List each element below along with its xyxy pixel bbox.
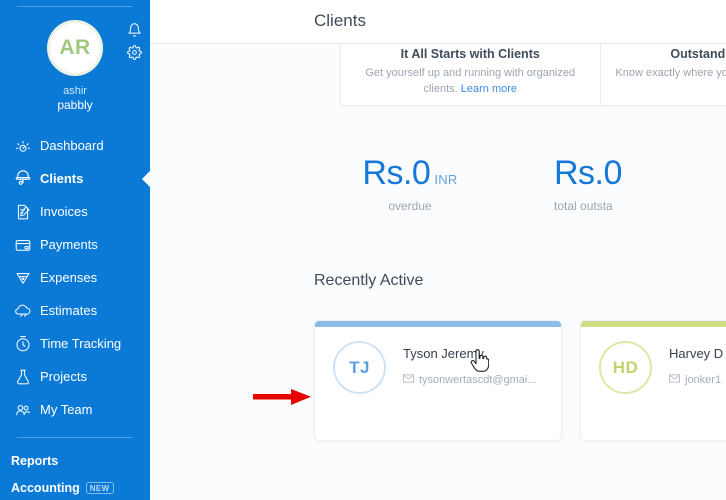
client-initials: HD [612, 357, 639, 377]
info-body: Get yourself up and running with organiz… [355, 66, 586, 98]
user-first-name: ashir [63, 85, 87, 97]
stat-label: total outsta [554, 199, 613, 213]
sidebar-item-reports[interactable]: Reports [0, 447, 150, 474]
stat-currency: INR [434, 172, 458, 187]
expenses-icon [14, 268, 40, 288]
sidebar-item-estimates[interactable]: Estimates [0, 294, 150, 327]
bell-icon[interactable] [127, 22, 142, 38]
sidebar-item-accounting[interactable]: Accounting NEW [0, 474, 150, 500]
card-body: TJ Tyson Jeremy tysonwertascdt@gmai... [315, 327, 561, 440]
client-email-row: tysonwertascdt@gmai... [403, 374, 537, 386]
info-banner: It All Starts with Clients Get yourself … [340, 44, 726, 106]
learn-more-link[interactable]: Learn more [461, 83, 517, 95]
info-column-outstanding: Outstanding Clients Know exactly where y… [599, 44, 726, 105]
dashboard-icon [14, 136, 40, 156]
stat-amount-wrap: Rs.0 [554, 156, 726, 190]
page-header: Clients [150, 0, 726, 44]
recently-active-title: Recently Active [314, 272, 424, 289]
sidebar-secondary-nav: Reports Accounting NEW [0, 447, 150, 500]
sidebar-item-label: My Team [40, 402, 93, 417]
sidebar-nav: Dashboard Clients Invoices Payments Expe… [0, 129, 150, 426]
app-root: AR ashir pabbly Dashboard Clients Invoic… [0, 0, 726, 500]
client-card[interactable]: HD Harvey D jonker1 [580, 320, 726, 441]
client-avatar: TJ [333, 341, 386, 394]
sidebar-profile: AR ashir pabbly [0, 6, 150, 118]
client-email-row: jonker1 [669, 374, 721, 386]
stat-amount: Rs.0 [362, 154, 431, 192]
estimates-icon [14, 301, 40, 321]
sidebar-item-label: Estimates [40, 303, 98, 318]
card-body: HD Harvey D jonker1 [581, 327, 726, 440]
info-heading: It All Starts with Clients [400, 47, 540, 61]
client-initials: TJ [349, 357, 370, 377]
sidebar-item-label: Dashboard [40, 138, 104, 153]
envelope-icon [403, 374, 414, 386]
stat-label: overdue [388, 199, 432, 213]
sidebar-item-clients[interactable]: Clients [0, 162, 150, 195]
invoices-icon [14, 202, 40, 222]
sidebar-item-expenses[interactable]: Expenses [0, 261, 150, 294]
user-second-name: pabbly [57, 98, 93, 113]
sidebar-item-my-team[interactable]: My Team [0, 393, 150, 426]
client-email: tysonwertascdt@gmai... [419, 374, 537, 386]
stat-amount: Rs.0 [554, 154, 622, 192]
sidebar-username: ashir pabbly [0, 84, 150, 113]
avatar-initials: AR [59, 36, 91, 59]
sidebar-divider-secondary [17, 437, 133, 438]
sidebar-item-label: Invoices [40, 204, 88, 219]
client-email: jonker1 [685, 374, 722, 386]
page-title: Clients [314, 11, 366, 30]
stat-overdue: Rs.0 INR overdue [320, 156, 500, 213]
sidebar-item-label: Projects [40, 369, 87, 384]
sidebar-divider [17, 6, 133, 7]
time-tracking-icon [14, 334, 40, 354]
envelope-icon [669, 374, 680, 386]
clients-icon [14, 169, 40, 189]
active-indicator-notch [142, 169, 150, 188]
sidebar-action-icons [127, 22, 142, 60]
new-badge: NEW [85, 481, 114, 494]
client-name: Harvey D [669, 346, 724, 361]
gear-icon[interactable] [127, 45, 142, 60]
client-avatar: HD [599, 341, 652, 394]
main-content: It All Starts with Clients Get yourself … [150, 44, 726, 500]
avatar[interactable]: AR [47, 20, 103, 76]
my-team-icon [14, 400, 40, 420]
stat-total-outstanding: Rs.0 total outsta [554, 156, 726, 213]
sidebar-item-label: Clients [40, 171, 84, 186]
sidebar-item-label: Reports [11, 453, 59, 468]
info-heading: Outstanding Clients [670, 47, 726, 61]
red-pointer-arrow [253, 388, 313, 411]
stat-amount-wrap: Rs.0 INR [320, 156, 500, 190]
stats-row: Rs.0 INR overdue Rs.0 total outsta [150, 144, 726, 240]
sidebar-item-dashboard[interactable]: Dashboard [0, 129, 150, 162]
projects-icon [14, 367, 40, 387]
client-name: Tyson Jeremy [403, 346, 484, 361]
sidebar: AR ashir pabbly Dashboard Clients Invoic… [0, 0, 150, 500]
sidebar-item-projects[interactable]: Projects [0, 360, 150, 393]
sidebar-item-invoices[interactable]: Invoices [0, 195, 150, 228]
sidebar-item-time-tracking[interactable]: Time Tracking [0, 327, 150, 360]
info-column-clients: It All Starts with Clients Get yourself … [341, 44, 600, 105]
client-card[interactable]: TJ Tyson Jeremy tysonwertascdt@gmai... [314, 320, 562, 441]
payments-icon [14, 235, 40, 255]
sidebar-item-label: Payments [40, 237, 98, 252]
sidebar-item-label: Time Tracking [40, 336, 122, 351]
sidebar-item-label: Accounting [11, 480, 80, 495]
sidebar-item-payments[interactable]: Payments [0, 228, 150, 261]
info-body: Know exactly where your any outstanding … [615, 67, 726, 79]
sidebar-item-label: Expenses [40, 270, 98, 285]
